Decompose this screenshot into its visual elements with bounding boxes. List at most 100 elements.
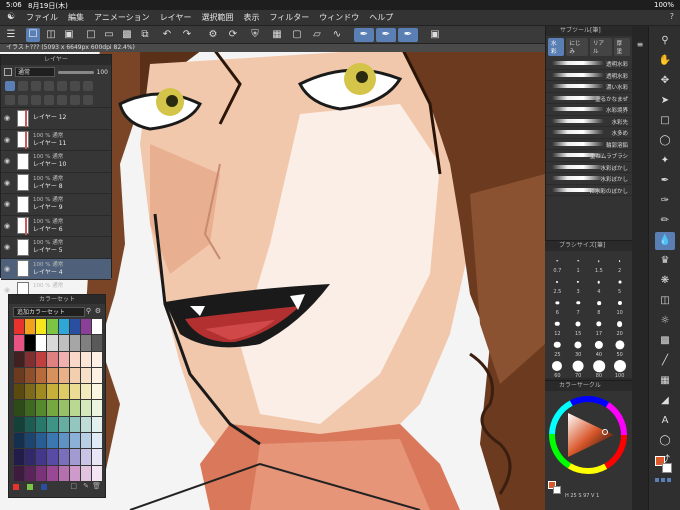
color-swatch[interactable] [91,384,102,400]
deselect-icon[interactable]: ▢ [290,28,304,42]
color-swatch[interactable] [14,384,25,400]
undo-icon[interactable]: ↶ [160,28,174,42]
color-swatch[interactable] [14,400,25,416]
tab-thick[interactable]: 厚塗 [613,38,631,56]
canvas-icon[interactable]: ▣ [428,28,442,42]
brush-size-option[interactable]: 100 [609,358,630,379]
crop-icon[interactable]: ⧉ [138,28,152,42]
layer-row[interactable]: ◉ 100 % 通常 レイヤー 10 [1,150,111,172]
color-swatch[interactable] [91,449,102,465]
smoothing-icon[interactable]: ∿ [330,28,344,42]
color-swatch[interactable] [25,433,36,449]
brush-size-option[interactable]: 1.5 [589,253,610,274]
color-swatch[interactable] [47,335,58,351]
bucket-icon[interactable]: ⛨ [248,28,262,42]
color-swatch[interactable] [58,367,69,384]
brush-item[interactable]: に水彩のぼかし [546,185,632,196]
color-swatch[interactable] [58,416,69,433]
app-logo-icon[interactable]: ☯ [7,12,15,22]
new-folder-icon[interactable] [31,95,41,105]
color-swatch[interactable] [58,351,69,367]
brush-item[interactable]: 重ねムラブラシ [546,150,632,162]
color-swatch[interactable] [80,400,91,416]
brush-item[interactable]: 水彩境界 [546,104,632,116]
color-swatch[interactable] [36,319,47,335]
transparent-color-chip[interactable] [41,484,47,490]
color-swatch[interactable] [80,367,91,384]
color-swatch[interactable] [69,416,80,433]
color-swatch[interactable] [47,433,58,449]
fill-icon[interactable]: ▩ [120,28,134,42]
color-swatch[interactable] [14,351,25,367]
sub-color-indicator[interactable] [662,463,672,473]
visibility-eye-icon[interactable]: ◉ [1,114,13,122]
color-swatch[interactable] [69,449,80,465]
collapse-icon[interactable]: ≡ [633,36,647,54]
brush-item[interactable]: 塗るかなまぜ [546,93,632,104]
color-swatch[interactable] [69,367,80,384]
new-document-icon[interactable]: ☐ [26,28,40,42]
brush-size-option[interactable]: 30 [568,337,589,358]
color-swatch[interactable] [91,367,102,384]
menu-file[interactable]: ファイル [26,12,58,23]
color-swatch[interactable] [58,384,69,400]
color-swatch[interactable] [25,319,36,335]
color-swatch[interactable] [69,319,80,335]
brush-item[interactable]: 輪郭溶鉛 [546,139,632,150]
color-swatch[interactable] [58,335,69,351]
color-swatch[interactable] [58,465,69,481]
hand-icon[interactable]: ✋ [655,52,675,70]
color-swatch[interactable] [36,449,47,465]
settings-icon[interactable]: ⚙ [206,28,220,42]
color-swatch[interactable] [91,465,102,481]
delete-icon[interactable]: 🗑 [92,482,101,490]
layer-row[interactable]: ◉ 100 % 通常 レイヤー 8 [1,171,111,194]
brush-size-option[interactable]: 10 [609,295,630,316]
eyedropper-icon[interactable]: ✒ [655,172,675,190]
color-swatch[interactable] [14,433,25,449]
color-swatch[interactable] [14,449,25,465]
clip-layer-icon[interactable] [5,81,15,91]
clear-icon[interactable]: □ [84,28,98,42]
rotate-icon[interactable]: ⟳ [226,28,240,42]
color-swatch[interactable] [36,384,47,400]
tab-watercolor[interactable]: 水彩 [548,38,565,56]
brush-item[interactable]: 水彩先 [546,116,632,127]
open-icon[interactable]: ◫ [44,28,58,42]
visibility-eye-icon[interactable]: ◉ [1,243,13,251]
color-swatch[interactable] [69,384,80,400]
lasso-icon[interactable]: ◯ [655,132,675,150]
new-raster-layer-icon[interactable] [5,95,15,105]
reference-layer-icon[interactable] [18,81,28,91]
color-swatch[interactable] [91,351,102,367]
color-swatch[interactable] [91,400,102,416]
text-icon[interactable]: A [655,412,675,430]
opacity-slider[interactable] [58,70,94,74]
menu-view[interactable]: 表示 [243,12,259,23]
brush-icon[interactable]: 💧 [655,232,675,250]
edit-icon[interactable]: ✎ [83,482,89,490]
brush-size-option[interactable]: 60 [547,358,568,379]
add-mask-icon[interactable] [70,95,80,105]
brush-size-option[interactable]: 50 [609,337,630,358]
color-swatch[interactable] [69,433,80,449]
color-swatch[interactable] [80,384,91,400]
color-swatch[interactable] [69,400,80,416]
redo-icon[interactable]: ↷ [180,28,194,42]
brush-item[interactable]: 水彩ぼかし [546,162,632,173]
brush-size-option[interactable]: 4 [589,274,610,295]
brush-size-option[interactable]: 25 [547,337,568,358]
blend-icon[interactable]: ☼ [655,312,675,330]
decoration-icon[interactable]: ❋ [655,272,675,290]
visibility-eye-icon[interactable]: ◉ [1,179,13,187]
selection-icon[interactable]: □ [655,112,675,130]
new-vector-layer-icon[interactable] [18,95,28,105]
color-swatch[interactable] [14,416,25,433]
brush-size-option[interactable]: 1 [568,253,589,274]
brush-item[interactable]: 透明水彩 [546,58,632,70]
color-swatch[interactable] [14,335,25,351]
fill-icon[interactable]: ▩ [655,332,675,350]
invert-icon[interactable]: ▱ [310,28,324,42]
color-swatch[interactable] [14,319,25,335]
layer-row[interactable]: ◉ 100 % 通常 レイヤー 4 [1,257,111,279]
